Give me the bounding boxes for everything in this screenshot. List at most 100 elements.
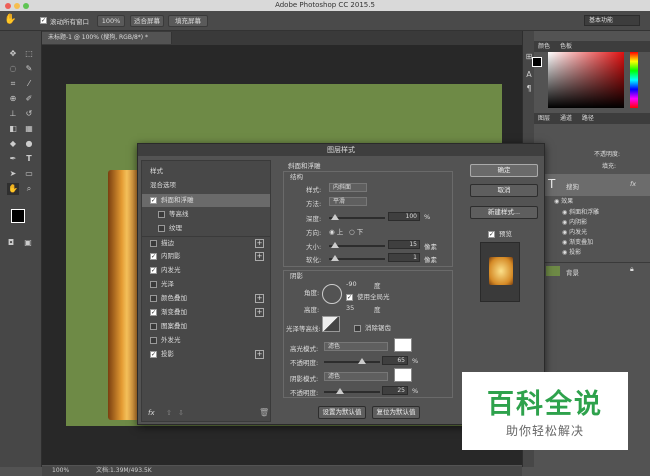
highlight-opacity-knob[interactable] [358,358,366,364]
layer-row-background[interactable]: 背景 🔒︎ [538,262,650,278]
tab-swatches[interactable]: 色板 [556,43,576,50]
tab-layers[interactable]: 图层 [534,115,554,122]
quick-select-tool-icon[interactable]: ✎ [23,63,35,75]
style-item-bevel[interactable]: ✓ 斜面和浮雕 [142,194,270,207]
add-color-overlay-button[interactable]: + [255,294,264,303]
shadow-opacity-input[interactable]: 25 [382,386,408,395]
technique-dropdown[interactable]: 平滑 [329,197,367,206]
fit-screen-button[interactable]: 适合屏幕 [130,15,164,27]
add-gradient-overlay-button[interactable]: + [255,308,264,317]
gloss-contour-picker[interactable] [322,316,340,332]
tab-paths[interactable]: 路径 [578,115,598,122]
style-item-texture[interactable]: 纹理 [142,222,270,235]
highlight-mode-dropdown[interactable]: 滤色 [324,342,388,351]
eyedropper-tool-icon[interactable]: ⁄ [23,78,35,90]
angle-input[interactable]: -90 [346,280,357,288]
ok-button[interactable]: 确定 [470,164,538,177]
add-drop-shadow-button[interactable]: + [255,350,264,359]
direction-down-radio[interactable]: ○ 下 [349,226,363,236]
size-slider[interactable] [329,242,385,248]
shadow-opacity-slider[interactable] [324,388,380,394]
scroll-all-checkbox[interactable]: ✓ [40,17,47,24]
preview-checkbox[interactable]: ✓ 预览 [488,228,512,238]
anti-alias-checkbox[interactable]: 消除锯齿 [354,322,391,332]
history-brush-icon[interactable]: ↺ [23,108,35,120]
lasso-tool-icon[interactable]: ◌ [7,63,19,75]
healing-tool-icon[interactable]: ⊕ [7,93,19,105]
workspace-switcher[interactable]: 基本功能 [584,15,640,26]
marquee-tool-icon[interactable]: ⬚ [23,48,35,60]
direction-up-radio[interactable]: ◉ 上 [329,226,343,236]
minimize-window-button[interactable] [14,3,20,9]
highlight-opacity-slider[interactable] [324,358,380,364]
move-down-icon[interactable]: ⇩ [178,409,184,417]
add-inner-shadow-button[interactable]: + [255,252,264,261]
style-item-inner-shadow[interactable]: ✓ 内阴影 + [142,250,270,263]
style-dropdown[interactable]: 内斜面 [329,183,367,192]
color-picker-field[interactable] [548,52,624,108]
depth-input[interactable]: 100 [388,212,420,221]
pen-tool-icon[interactable]: ✒ [7,153,19,165]
fx-menu-icon[interactable]: fx [148,409,155,417]
effect-row[interactable]: ◉ 投影 [542,248,648,258]
new-style-button[interactable]: 新建样式... [470,206,538,219]
size-input[interactable]: 15 [388,240,420,249]
effect-row[interactable]: ◉ 内发光 [542,228,648,238]
soften-slider[interactable] [329,255,385,261]
tab-channels[interactable]: 通道 [556,115,576,122]
depth-slider-knob[interactable] [331,214,339,220]
zoom-100-button[interactable]: 100% [97,15,125,27]
foreground-color-swatch[interactable] [11,209,25,223]
soften-input[interactable]: 1 [388,253,420,262]
shape-tool-icon[interactable]: ▭ [23,168,35,180]
highlight-color-swatch[interactable] [394,338,412,352]
style-item-stroke[interactable]: 描边 + [142,236,270,249]
dodge-tool-icon[interactable]: ● [23,138,35,150]
hue-slider[interactable] [630,52,638,108]
set-default-button[interactable]: 设置为默认值 [318,406,366,419]
style-item-color-overlay[interactable]: 颜色叠加 + [142,292,270,305]
style-item-outer-glow[interactable]: 外发光 [142,334,270,347]
style-item-contour[interactable]: 等高线 [142,208,270,221]
style-item-pattern-overlay[interactable]: 图案叠加 [142,320,270,333]
shadow-mode-dropdown[interactable]: 滤色 [324,372,388,381]
shadow-opacity-knob[interactable] [336,388,344,394]
add-stroke-button[interactable]: + [255,239,264,248]
depth-slider[interactable] [329,214,385,220]
hand-tool-icon[interactable]: ✋ [7,183,19,195]
type-tool-icon[interactable]: T [23,153,35,165]
tab-color[interactable]: 颜色 [534,43,554,50]
crop-tool-icon[interactable]: ⌗ [7,78,19,90]
fill-screen-button[interactable]: 填充屏幕 [168,15,208,27]
shadow-color-swatch[interactable] [394,368,412,382]
document-tab[interactable]: 未标题-1 @ 100% (搜狗, RGB/8*) * [42,32,172,44]
altitude-input[interactable]: 35 [346,304,354,312]
effect-row[interactable]: ◉ 渐变叠加 [542,238,648,248]
soften-slider-knob[interactable] [331,255,339,261]
blending-options-item[interactable]: 混合选项 [142,179,270,192]
cancel-button[interactable]: 取消 [470,184,538,197]
angle-dial[interactable] [322,284,342,304]
screen-mode-icon[interactable]: ▣ [22,237,34,249]
style-item-drop-shadow[interactable]: ✓ 投影 + [142,348,270,361]
global-light-checkbox[interactable]: ✓ 使用全局光 [346,291,390,301]
styles-header[interactable]: 样式 [142,165,270,178]
effect-row[interactable]: ◉ 斜面和浮雕 [542,208,648,218]
style-item-gradient-overlay[interactable]: ✓ 渐变叠加 + [142,306,270,319]
move-up-icon[interactable]: ⇧ [166,409,172,417]
eraser-tool-icon[interactable]: ◧ [7,123,19,135]
stamp-tool-icon[interactable]: ⊥ [7,108,19,120]
trash-icon[interactable]: 🗑︎ [259,408,269,417]
highlight-opacity-input[interactable]: 65 [382,356,408,365]
color-panel-foreground[interactable] [532,57,542,67]
size-slider-knob[interactable] [331,242,339,248]
layer-row-sogou[interactable]: T 搜狗 fx [538,174,650,196]
effect-row[interactable]: ◉ 内阴影 [542,218,648,228]
gradient-tool-icon[interactable]: ▦ [23,123,35,135]
reset-default-button[interactable]: 复位为默认值 [372,406,420,419]
blur-tool-icon[interactable]: ◆ [7,138,19,150]
effects-row[interactable]: ◉ 效果 [542,197,648,207]
zoom-tool-icon[interactable]: ⌕ [23,183,35,195]
move-tool-icon[interactable]: ✥ [7,48,19,60]
close-window-button[interactable] [5,3,11,9]
